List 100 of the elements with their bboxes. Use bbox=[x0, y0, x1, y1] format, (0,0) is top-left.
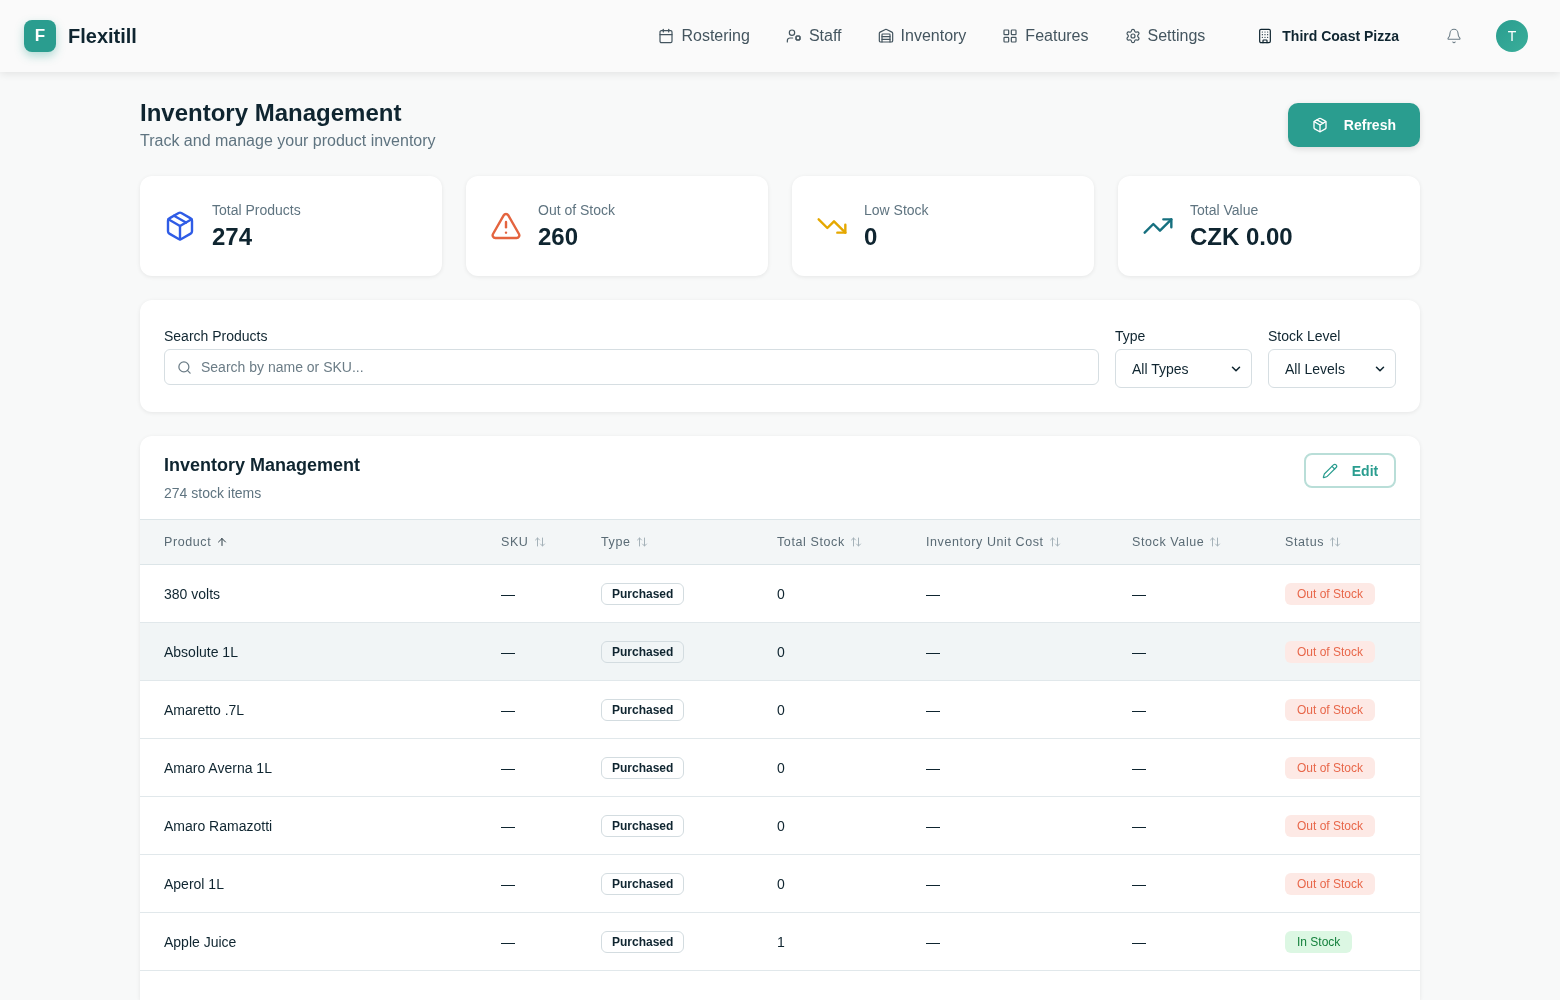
box-icon bbox=[1311, 117, 1328, 133]
table-cell-text: 0 bbox=[777, 875, 786, 892]
table-cell-text: — bbox=[926, 817, 941, 834]
stat-label: Out of Stock bbox=[538, 201, 616, 220]
table-cell-text: Absolute 1L bbox=[164, 643, 239, 660]
table-subtitle: 274 stock items bbox=[164, 484, 263, 503]
stat-value: 0 bbox=[864, 222, 879, 252]
table-row[interactable]: Apple Juice — Purchased 1 — — In Stock bbox=[140, 913, 1420, 971]
type-tag: Purchased bbox=[601, 814, 685, 837]
box-icon bbox=[164, 210, 196, 242]
type-select[interactable]: All Types bbox=[1115, 349, 1252, 388]
table-row[interactable]: Amaretto .7L — Purchased 0 — — Out of Stock bbox=[140, 681, 1420, 739]
stock-level-select[interactable]: All Levels bbox=[1268, 349, 1396, 388]
column-header[interactable]: Status bbox=[1285, 535, 1342, 549]
table-cell-text: — bbox=[501, 817, 516, 834]
field-label: Search Products bbox=[164, 327, 269, 346]
building-icon bbox=[1257, 28, 1274, 44]
search-icon bbox=[177, 360, 192, 375]
type-tag: Purchased bbox=[601, 930, 685, 953]
table-cell-text: — bbox=[1132, 701, 1147, 718]
table-cell-text: — bbox=[926, 875, 941, 892]
column-header[interactable]: Type bbox=[601, 535, 648, 549]
bell-icon bbox=[1446, 28, 1462, 44]
table-row[interactable]: Amaro Averna 1L — Purchased 0 — — Out of Stock bbox=[140, 739, 1420, 797]
stat-label: Low Stock bbox=[864, 201, 929, 220]
table-cell-text: — bbox=[501, 643, 516, 660]
table-title: Inventory Management bbox=[164, 454, 361, 477]
organization-button[interactable]: Third Coast Pizza bbox=[1257, 28, 1399, 44]
page-subtitle: Track and manage your product inventory bbox=[140, 131, 436, 151]
table-cell-text: — bbox=[926, 701, 941, 718]
table-cell-text: — bbox=[501, 875, 516, 892]
table-cell-text: Amaretto .7L bbox=[164, 701, 246, 718]
table-cell-text: — bbox=[1132, 585, 1147, 602]
table-cell-text: 0 bbox=[777, 643, 786, 660]
table-cell-text: 0 bbox=[777, 585, 786, 602]
column-header[interactable]: Total Stock bbox=[777, 535, 862, 549]
table-cell-text: — bbox=[1132, 643, 1147, 660]
status-badge: Out of Stock bbox=[1285, 698, 1376, 721]
field-label: Type bbox=[1115, 327, 1147, 346]
table-cell-text: — bbox=[501, 759, 516, 776]
table-cell-text: Amaro Averna 1L bbox=[164, 759, 273, 776]
status-badge: Out of Stock bbox=[1285, 814, 1376, 837]
type-tag: Purchased bbox=[601, 698, 685, 721]
table-cell-text: — bbox=[926, 643, 941, 660]
column-header[interactable]: SKU bbox=[501, 535, 546, 549]
table-cell-text: 380 volts bbox=[164, 585, 222, 602]
app-name: Flexitill bbox=[68, 24, 137, 48]
table-row[interactable]: Absolute 1L — Purchased 0 — — Out of Stock bbox=[140, 623, 1420, 681]
search-field[interactable]: Search by name or SKU... bbox=[164, 349, 1099, 385]
status-badge: Out of Stock bbox=[1285, 872, 1376, 895]
table-cell-text: — bbox=[926, 585, 941, 602]
page-title: Inventory Management bbox=[140, 98, 403, 128]
stat-label: Total Value bbox=[1190, 201, 1260, 220]
warehouse-icon bbox=[877, 28, 894, 44]
table-cell-text: 0 bbox=[777, 817, 786, 834]
type-tag: Purchased bbox=[601, 756, 685, 779]
notifications-button[interactable] bbox=[1446, 28, 1462, 44]
status-badge: Out of Stock bbox=[1285, 582, 1376, 605]
column-header[interactable]: Stock Value bbox=[1132, 535, 1222, 549]
type-tag: Purchased bbox=[601, 872, 685, 895]
settings-icon bbox=[1124, 28, 1141, 44]
table-cell-text: 0 bbox=[777, 759, 786, 776]
stat-value: CZK 0.00 bbox=[1190, 222, 1293, 252]
stat-label: Total Products bbox=[212, 201, 301, 220]
warning-icon bbox=[490, 210, 522, 242]
stat-value: 260 bbox=[538, 222, 580, 252]
user-gear-icon bbox=[785, 28, 802, 44]
logo-badge: F bbox=[24, 20, 56, 52]
table-cell-text: Amaro Ramazotti bbox=[164, 817, 274, 834]
table-cell-text: Aperol 1L bbox=[164, 875, 225, 892]
table-row[interactable]: Amaro Ramazotti — Purchased 0 — — Out of Stock bbox=[140, 797, 1420, 855]
calendar-icon bbox=[658, 28, 675, 44]
column-header[interactable]: Inventory Unit Cost bbox=[926, 535, 1061, 549]
table-cell-text: 0 bbox=[777, 701, 786, 718]
type-tag: Purchased bbox=[601, 582, 685, 605]
column-header[interactable]: Product bbox=[164, 535, 229, 549]
table-cell-text: — bbox=[501, 701, 516, 718]
table-row[interactable]: Aperol 1L — Purchased 0 — — Out of Stock bbox=[140, 855, 1420, 913]
table-cell-text: 1 bbox=[777, 933, 786, 950]
table-cell-text: — bbox=[1132, 817, 1147, 834]
table-cell-text: — bbox=[926, 759, 941, 776]
status-badge: Out of Stock bbox=[1285, 640, 1376, 663]
stat-value: 274 bbox=[212, 222, 254, 252]
field-label: Stock Level bbox=[1268, 327, 1342, 346]
status-badge: Out of Stock bbox=[1285, 756, 1376, 779]
pencil-icon bbox=[1321, 462, 1338, 479]
type-tag: Purchased bbox=[601, 640, 685, 663]
nav-link[interactable]: Staff bbox=[785, 27, 842, 45]
table-row[interactable]: 380 volts — Purchased 0 — — Out of Stock bbox=[140, 565, 1420, 623]
table-cell-text: — bbox=[501, 933, 516, 950]
nav-link[interactable]: Features bbox=[1002, 27, 1089, 45]
table-cell-text: — bbox=[501, 585, 516, 602]
nav-link[interactable]: Settings bbox=[1124, 27, 1206, 45]
nav-link[interactable]: Inventory bbox=[877, 27, 967, 45]
table-cell-text: Apple Juice bbox=[164, 933, 238, 950]
nav-link[interactable]: Rostering bbox=[658, 27, 750, 45]
table-cell-text: — bbox=[1132, 759, 1147, 776]
grid-icon bbox=[1002, 28, 1019, 44]
table-cell-text: — bbox=[926, 933, 941, 950]
table-cell-text: — bbox=[1132, 933, 1147, 950]
